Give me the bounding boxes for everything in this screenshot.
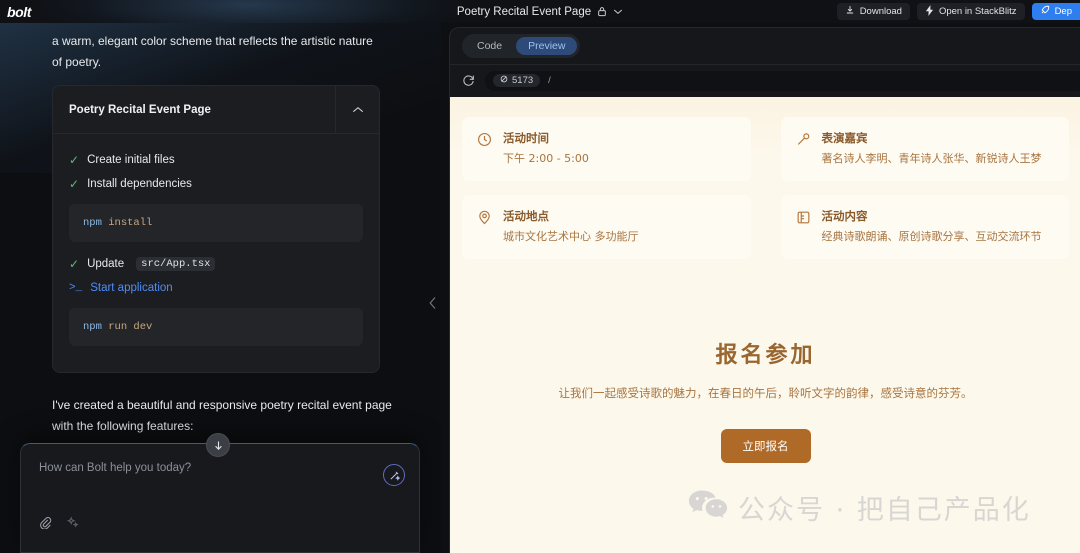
stackblitz-label: Open in StackBlitz [938,6,1017,17]
chat-panel: a warm, elegant color scheme that reflec… [0,23,441,553]
artifact-steps: ✓ Create initial files ✓ Install depende… [53,134,379,372]
artifact-header[interactable]: Poetry Recital Event Page [53,86,379,134]
card-title: 活动时间 [503,131,549,145]
step-label: Start application [90,282,173,294]
port-number: 5173 [512,75,534,86]
preview-panel: Code Preview 5173 / 活动时间 下午 2:00 - 5:00 … [449,27,1080,553]
code-command: npm [83,321,102,333]
signup-heading: 报名参加 [715,342,816,368]
preview-toolbar: 5173 / [450,64,1080,96]
card-body: 著名诗人李明、青年诗人张华、新锐诗人王梦 [821,152,1042,165]
code-preview-toggle: Code Preview [462,34,581,58]
download-icon [845,5,855,18]
tab-preview[interactable]: Preview [516,37,578,55]
card-body: 经典诗歌朗诵、原创诗歌分享、互动交流环节 [821,230,1042,243]
clock-icon [477,130,492,168]
check-icon: ✓ [69,177,80,191]
magic-wand-icon [389,471,400,481]
map-pin-icon [477,208,492,246]
url-path: / [548,75,551,86]
scroll-to-bottom-button[interactable] [206,433,230,457]
step-label: Install dependencies [87,178,192,190]
enhance-prompt-button[interactable] [383,464,405,486]
lightning-icon [925,4,934,19]
port-badge[interactable]: 5173 [493,74,541,87]
download-label: Download [859,6,902,17]
chevron-left-icon [429,297,436,309]
card-title: 活动地点 [503,209,549,223]
artifact-step[interactable]: >_ Start application [69,276,363,300]
header-glow [40,0,460,23]
step-label: Create initial files [87,154,175,166]
code-block-install: npm install [69,204,363,242]
artifact-step[interactable]: ✓ Create initial files [69,148,363,172]
artifact-step[interactable]: ✓ Install dependencies [69,172,363,196]
card-title: 活动内容 [821,209,868,223]
terminal-icon: >_ [69,282,83,294]
artifact-step[interactable]: ✓ Update src/App.tsx [69,252,363,276]
port-icon [500,75,508,86]
code-argument: run dev [108,321,153,333]
check-icon: ✓ [69,257,80,271]
bolt-app-window: bolt Poetry Recital Event Page Download … [0,0,1080,553]
deploy-button[interactable]: Dep [1031,3,1080,20]
top-bar: bolt Poetry Recital Event Page Download … [0,0,1080,23]
page-title[interactable]: Poetry Recital Event Page [457,6,591,18]
step-label: Update [87,258,125,270]
chevron-down-icon[interactable] [613,8,623,15]
preview-iframe-content: 活动时间 下午 2:00 - 5:00 表演嘉宾 著名诗人李明、青年诗人张华、新… [450,97,1080,553]
signup-subtitle: 让我们一起感受诗歌的魅力，在春日的午后，聆听文字的韵律，感受诗意的芬芳。 [558,386,973,400]
code-command: npm [83,217,102,229]
check-icon: ✓ [69,153,80,167]
preview-url-bar[interactable]: 5173 / [485,70,1080,91]
card-title: 表演嘉宾 [821,131,868,145]
chat-input-container[interactable]: How can Bolt help you today? [20,443,420,553]
lock-icon[interactable] [597,6,607,17]
preview-tabs: Code Preview [450,28,1080,64]
event-info-card: 活动内容 经典诗歌朗诵、原创诗歌分享、互动交流环节 [780,195,1069,259]
code-argument: install [108,217,153,229]
rocket-icon [1040,5,1050,18]
scroll-icon [796,208,811,246]
chat-input[interactable]: How can Bolt help you today? [39,462,191,474]
card-body: 下午 2:00 - 5:00 [503,152,589,165]
card-body: 城市文化艺术中心 多功能厅 [503,230,639,243]
features-intro: I've created a beautiful and responsive … [52,398,392,433]
signup-section: 报名参加 让我们一起感受诗歌的魅力，在春日的午后，聆听文字的韵律，感受诗意的芬芳… [450,337,1080,463]
event-info-card: 活动时间 下午 2:00 - 5:00 [462,117,751,181]
download-button[interactable]: Download [836,3,910,20]
event-info-card: 活动地点 城市文化艺术中心 多功能厅 [462,195,751,259]
event-info-card: 表演嘉宾 著名诗人李明、青年诗人张华、新锐诗人王梦 [780,117,1069,181]
top-bar-actions: Download Open in StackBlitz Dep [836,0,1080,23]
microphone-icon [796,130,811,168]
collapse-preview-handle[interactable] [424,290,442,316]
file-path-chip[interactable]: src/App.tsx [136,257,216,271]
arrow-down-icon [214,440,222,450]
reload-icon[interactable] [462,74,475,87]
chat-toolbar [39,516,79,534]
bolt-logo[interactable]: bolt [7,4,31,20]
artifact-title: Poetry Recital Event Page [69,103,211,116]
register-now-button[interactable]: 立即报名 [720,429,811,463]
event-info-grid: 活动时间 下午 2:00 - 5:00 表演嘉宾 著名诗人李明、青年诗人张华、新… [462,117,1069,259]
paperclip-icon[interactable] [39,516,52,534]
tab-code[interactable]: Code [465,37,514,55]
sparkle-icon[interactable] [66,516,79,534]
code-block-run: npm run dev [69,308,363,346]
open-in-stackblitz-button[interactable]: Open in StackBlitz [916,3,1025,20]
artifact-card: Poetry Recital Event Page ✓ Create initi… [52,85,380,373]
chevron-up-icon[interactable] [335,86,379,133]
assistant-message-text: a warm, elegant color scheme that reflec… [52,34,373,69]
deploy-label: Dep [1054,6,1072,17]
